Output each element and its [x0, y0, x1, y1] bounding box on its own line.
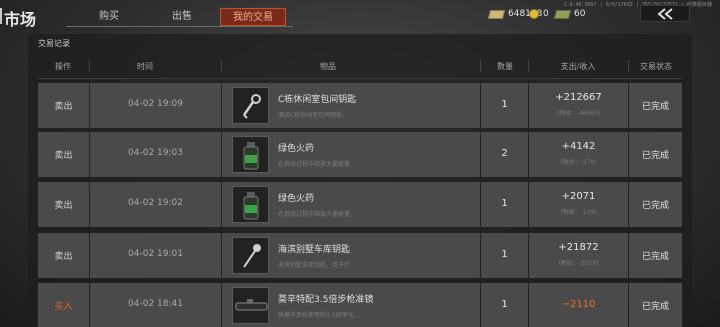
- powder-bottle-icon: [243, 142, 259, 170]
- currency-coin: 0: [529, 9, 549, 19]
- col-separator: [628, 60, 629, 72]
- row-amount: +2071: [561, 191, 596, 202]
- row-fee: (税收：-46063): [556, 110, 601, 117]
- col-separator: [221, 60, 222, 72]
- col-header-qty: 数量: [497, 62, 513, 71]
- cash-icon: [487, 9, 506, 19]
- row-status: 已完成: [641, 302, 669, 312]
- row-fee: (税收：-3518): [558, 260, 599, 267]
- col-separator: [480, 60, 481, 72]
- row-time: 04-02 19:02: [128, 198, 183, 208]
- powder-bottle-icon: [243, 192, 259, 220]
- row-time: 04-02 19:09: [128, 99, 183, 109]
- trade-record-panel: 交易记录 操作 时间 物品 数量 支出/收入 交易状态 卖出 04-02 19:…: [28, 34, 692, 327]
- col-header-item: 物品: [320, 62, 336, 71]
- item-name: 绿色火药: [278, 194, 315, 204]
- col-header-time: 时间: [137, 62, 153, 71]
- row-status: 已完成: [641, 151, 669, 161]
- item-thumbnail: [232, 186, 269, 223]
- table-row[interactable]: 卖出 04-02 19:01 海滨别墅车库钥匙 海滨别墅车库钥匙，用于打... …: [38, 233, 682, 278]
- row-time: 04-02 18:41: [128, 299, 183, 309]
- item-name: 海滨别墅车库钥匙: [278, 245, 351, 255]
- row-op: 卖出: [54, 102, 73, 112]
- row-qty: 1: [501, 249, 508, 260]
- item-desc: 海滨别墅车库钥匙，用于打...: [278, 262, 356, 269]
- page-title: 市场: [4, 10, 37, 29]
- item-desc: 在燃烧过程中释放大量能量...: [278, 161, 356, 168]
- item-thumbnail: [232, 287, 269, 324]
- item-thumbnail: [232, 87, 269, 124]
- row-fee: (税收：-278): [560, 159, 597, 166]
- top-bar: 市场 购买 出售 我的交易 1.0.46.9057 | 0/0/27632 | …: [0, 0, 720, 32]
- item-desc: 在燃烧过程中释放大量能量...: [278, 211, 356, 218]
- row-amount: +4142: [561, 141, 596, 152]
- item-thumbnail: [232, 237, 269, 274]
- col-separator: [89, 60, 90, 72]
- row-qty: 1: [501, 99, 508, 110]
- table-row[interactable]: 卖出 04-02 19:03 绿色火药 在燃烧过程中释放大量能量... 2 +4…: [38, 132, 682, 177]
- tab-sell[interactable]: 出售: [149, 8, 215, 26]
- scope-icon: [235, 299, 268, 311]
- item-name: C栋休闲室包间钥匙: [278, 95, 357, 105]
- row-time: 04-02 19:03: [128, 148, 183, 158]
- key-icon: [242, 94, 261, 119]
- bill-icon: [553, 9, 572, 19]
- col-header-status: 交易状态: [640, 62, 672, 71]
- row-op: 买入: [54, 302, 73, 312]
- table-row[interactable]: 卖出 04-02 19:02 绿色火药 在燃烧过程中释放大量能量... 1 +2…: [38, 182, 682, 227]
- row-amount: +21872: [558, 242, 599, 253]
- col-separator: [528, 60, 529, 72]
- double-chevron-left-icon: [657, 8, 673, 20]
- section-title: 交易记录: [38, 39, 70, 48]
- back-button[interactable]: [640, 5, 690, 22]
- table-row[interactable]: 卖出 04-02 19:09 C栋休闲室包间钥匙 酒店C栋休闲室包间钥匙。...…: [38, 83, 682, 128]
- item-name: 莫辛特配3.5倍步枪准镜: [278, 295, 374, 305]
- header-divider: [38, 78, 682, 79]
- coin-icon: [529, 9, 539, 19]
- row-time: 04-02 19:01: [128, 249, 183, 259]
- row-status: 已完成: [641, 252, 669, 262]
- row-qty: 1: [501, 299, 508, 310]
- title-accent-bar: [0, 8, 2, 24]
- item-desc: 供莫辛步枪使用的3.5倍率光...: [278, 312, 360, 319]
- row-qty: 1: [501, 198, 508, 209]
- tab-my-trades[interactable]: 我的交易: [220, 8, 286, 26]
- item-thumbnail: [232, 136, 269, 173]
- row-status: 已完成: [641, 102, 669, 112]
- row-fee: (税收：-139): [560, 209, 597, 216]
- row-amount: −2110: [561, 299, 596, 310]
- key-icon: [243, 244, 261, 268]
- item-desc: 酒店C栋休闲室包间钥匙。...: [278, 112, 354, 119]
- table-row[interactable]: 买入 04-02 18:41 莫辛特配3.5倍步枪准镜 供莫辛步枪使用的3.5倍…: [38, 283, 682, 327]
- row-amount: +212667: [555, 92, 602, 103]
- col-header-amount: 支出/收入: [560, 62, 596, 71]
- row-status: 已完成: [641, 201, 669, 211]
- item-name: 绿色火药: [278, 144, 315, 154]
- row-op: 卖出: [54, 252, 73, 262]
- tab-buy[interactable]: 购买: [76, 8, 142, 26]
- row-op: 卖出: [54, 151, 73, 161]
- currency-bill: 60: [553, 9, 586, 19]
- tabs-underline: [66, 26, 293, 27]
- coin-value: 0: [543, 9, 549, 19]
- row-qty: 2: [501, 148, 508, 159]
- col-header-op: 操作: [55, 62, 71, 71]
- bill-value: 60: [574, 9, 586, 19]
- row-op: 卖出: [54, 201, 73, 211]
